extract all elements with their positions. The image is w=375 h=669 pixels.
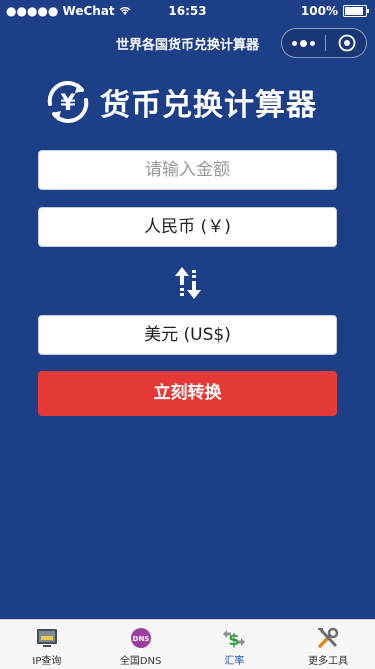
tab-bar: IP查询 DNS 全国DNS $ 汇率 更多工具 <box>0 619 375 669</box>
convert-button[interactable]: 立刻转换 <box>38 371 337 416</box>
yen-exchange-icon: ¥ <box>47 81 89 123</box>
battery-fill <box>345 7 363 15</box>
menu-capsule <box>281 28 367 58</box>
nav-bar: 世界各国货币兑换计算器 <box>0 22 375 64</box>
app-logo: ¥ 货币兑换计算器 <box>42 78 334 126</box>
battery-percent: 100% <box>300 4 338 18</box>
tab-ip-query[interactable]: IP查询 <box>0 620 94 669</box>
logo-text: 货币兑换计算器 <box>100 88 317 123</box>
svg-text:DNS: DNS <box>132 635 149 643</box>
battery-icon <box>343 5 369 17</box>
to-currency-select[interactable]: 美元 (US$) <box>38 315 337 355</box>
tools-icon <box>318 627 339 648</box>
svg-text:¥: ¥ <box>60 91 76 116</box>
dns-icon: DNS <box>130 628 151 648</box>
exchange-rate-icon: $ <box>223 630 246 649</box>
status-bar: ●●●●● WeChat 16:53 100% <box>0 0 375 22</box>
tab-label: 全国DNS <box>119 656 162 667</box>
tab-exchange-rate[interactable]: $ 汇率 <box>188 620 282 669</box>
amount-input[interactable]: 请输入金额 <box>38 150 337 190</box>
swap-arrows-icon[interactable] <box>172 265 204 301</box>
more-dots-icon[interactable] <box>282 29 325 57</box>
tab-label: 更多工具 <box>308 656 349 667</box>
tab-more-tools[interactable]: 更多工具 <box>281 620 375 669</box>
from-currency-select[interactable]: 人民币 (￥) <box>38 207 337 247</box>
capsule-divider <box>325 35 326 51</box>
svg-text:$: $ <box>229 630 240 649</box>
tab-label: IP查询 <box>32 656 62 667</box>
ip-query-icon <box>36 629 57 647</box>
tab-label: 汇率 <box>224 656 245 667</box>
target-close-icon[interactable] <box>338 34 356 52</box>
tab-dns[interactable]: DNS 全国DNS <box>94 620 188 669</box>
battery-group: 100% <box>300 4 369 18</box>
